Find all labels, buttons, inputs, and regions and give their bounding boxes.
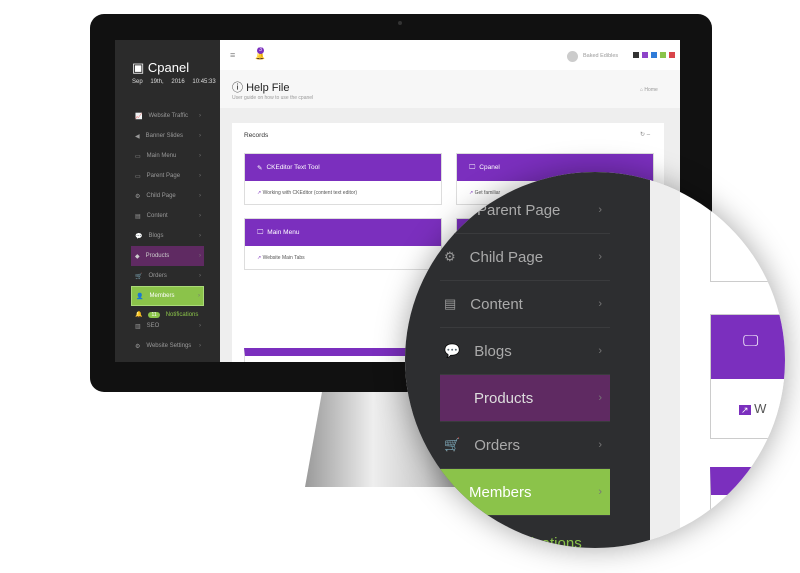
user-icon: 👤 — [136, 293, 144, 300]
cart-icon: 🛒 — [444, 437, 461, 452]
sidebar-item-orders[interactable]: 🛒 Orders › — [131, 266, 204, 286]
chevron-right-icon: › — [598, 204, 602, 216]
magnified-item-orders[interactable]: 🛒 Orders › — [440, 422, 610, 469]
theme-swatch[interactable] — [669, 52, 675, 58]
camera — [398, 21, 402, 25]
monitor-icon: 🖵 — [711, 315, 785, 379]
sidebar-item-main-menu[interactable]: ▭ Main Menu › — [131, 146, 204, 166]
chevron-right-icon: › — [598, 439, 602, 451]
chevron-right-icon: › — [199, 233, 201, 239]
chevron-right-icon: › — [598, 392, 602, 404]
magnified-item-parent-page[interactable]: Parent Page › — [440, 187, 610, 234]
monitor-icon: 🖵 — [257, 228, 264, 236]
bar-chart-icon: ▥ — [135, 323, 141, 330]
cogs-icon: ⚙ — [444, 249, 456, 264]
chevron-right-icon: › — [598, 298, 602, 310]
bell-badge: 3 — [257, 47, 264, 54]
sidebar-item-members[interactable]: 👤 Members › — [131, 286, 204, 306]
refresh-icon[interactable]: ↻ – — [640, 131, 650, 138]
panel-title: Records — [244, 132, 269, 139]
chevron-right-icon: › — [199, 173, 201, 179]
chevron-right-icon: › — [198, 293, 200, 299]
topbar: ≡ 🔔 3 Baked Edibles — [220, 40, 680, 70]
theme-swatch[interactable] — [651, 52, 657, 58]
avatar[interactable] — [567, 51, 578, 62]
sidebar-item-content[interactable]: ▤ Content › — [131, 206, 204, 226]
notifications-link[interactable]: 🔔 11 Notifications — [135, 311, 198, 318]
chevron-right-icon: › — [199, 113, 201, 119]
magnified-notifications: Notifications — [500, 535, 582, 548]
logo-icon: ▣ — [132, 60, 148, 75]
page-header: ⓘ Help File User guide on how to use the… — [220, 70, 680, 108]
sidebar: ▣ Cpanel Sep 19th, 2016 10:45:33 📈 Websit… — [115, 40, 220, 362]
chevron-right-icon: › — [199, 133, 201, 139]
sidebar-item-parent-page[interactable]: ▭ Parent Page › — [131, 166, 204, 186]
comments-icon: 💬 — [444, 343, 461, 358]
chevron-right-icon: › — [598, 251, 602, 263]
chevron-right-icon: › — [598, 486, 602, 498]
tags-icon: ◆ — [135, 253, 140, 260]
chevron-right-icon: › — [199, 213, 201, 219]
sidebar-item-website-traffic[interactable]: 📈 Website Traffic › — [131, 106, 204, 126]
magnified-card-main-menu: 🖵 ↗ W — [710, 314, 785, 439]
sidebar-item-banner-slides[interactable]: ◀ Banner Slides › — [131, 126, 204, 146]
user-menu[interactable]: Baked Edibles — [583, 53, 618, 59]
chevron-right-icon: › — [199, 253, 201, 259]
page-subtitle: User guide on how to use the cpanel — [232, 95, 314, 101]
chevron-right-icon: › — [199, 193, 201, 199]
theme-swatches — [633, 52, 675, 58]
chevron-right-icon: › — [199, 273, 201, 279]
magnified-card — [710, 172, 785, 282]
gear-icon: ⚙ — [135, 343, 141, 350]
theme-swatch[interactable] — [642, 52, 648, 58]
file-icon: ▤ — [135, 213, 141, 220]
breadcrumb-home[interactable]: ⌂ Home — [640, 87, 658, 93]
menu-icon[interactable]: ≡ — [230, 50, 235, 60]
magnified-card — [710, 467, 785, 548]
datetime: Sep 19th, 2016 10:45:33 — [132, 79, 216, 85]
sidebar-item-seo[interactable]: ▥ SEO › — [131, 316, 204, 336]
sidebar-item-child-page[interactable]: ⚙ Child Page › — [131, 186, 204, 206]
sidebar-item-blogs[interactable]: 💬 Blogs › — [131, 226, 204, 246]
sidebar-item-products[interactable]: ◆ Products › — [131, 246, 204, 266]
monitor-icon: ▭ — [135, 153, 141, 160]
chevron-right-icon: › — [199, 343, 201, 349]
magnified-item-blogs[interactable]: 💬 Blogs › — [440, 328, 610, 375]
bell-icon: 🔔 — [135, 312, 143, 318]
monitor-icon: ▭ — [135, 173, 141, 180]
page-title: ⓘ Help File — [232, 82, 290, 94]
comments-icon: 💬 — [135, 233, 143, 240]
magnifier: Parent Page › ⚙ Child Page › ▤ Content › 💬 Blogs ›… — [405, 172, 785, 548]
file-icon: ▤ — [444, 296, 457, 311]
magnified-item-members[interactable]: Members › — [440, 469, 610, 516]
sidebar-item-website-settings[interactable]: ⚙ Website Settings › — [131, 336, 204, 356]
magnified-item-products[interactable]: Products › — [440, 375, 610, 422]
external-link-icon: ↗ — [739, 405, 751, 415]
chevron-right-icon: › — [199, 323, 201, 329]
theme-swatch[interactable] — [633, 52, 639, 58]
chevron-right-icon: › — [598, 345, 602, 357]
magnified-item-child-page[interactable]: ⚙ Child Page › — [440, 234, 610, 281]
magnified-gutter — [650, 172, 680, 548]
edit-icon: ✎ — [257, 164, 263, 172]
chevron-right-icon: › — [199, 153, 201, 159]
external-link-icon: ↗ — [257, 255, 262, 261]
brand: ▣ Cpanel — [132, 60, 190, 75]
magnified-item-content[interactable]: ▤ Content › — [440, 281, 610, 328]
cart-icon: 🛒 — [135, 273, 143, 280]
volume-icon: ◀ — [135, 133, 140, 140]
cogs-icon: ⚙ — [135, 193, 141, 200]
monitor-icon: 🖵 — [469, 163, 476, 171]
theme-swatch[interactable] — [660, 52, 666, 58]
external-link-icon: ↗ — [257, 190, 262, 196]
line-chart-icon: 📈 — [135, 113, 143, 120]
